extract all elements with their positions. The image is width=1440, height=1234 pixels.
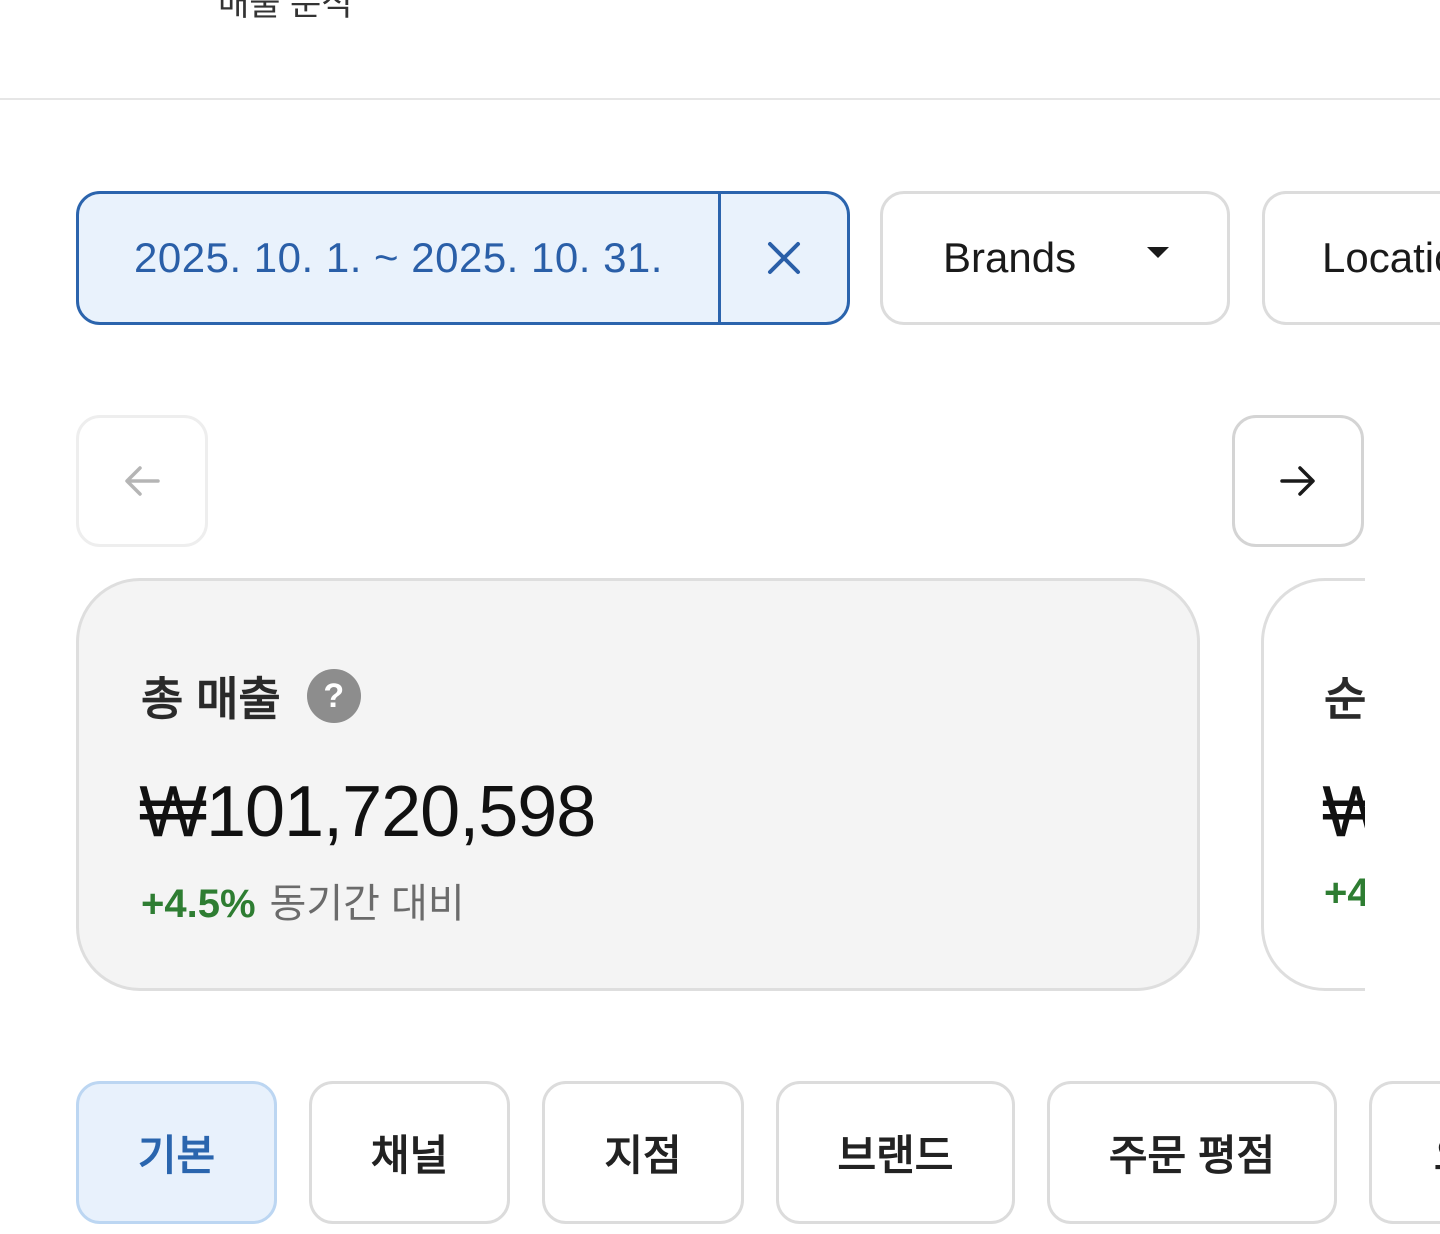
metric-title: 순 매출 <box>1324 673 1365 725</box>
metric-change-percent: +4 <box>1324 871 1365 915</box>
page-title: 매출 분석 <box>218 0 353 23</box>
tab-location[interactable]: 지점 <box>542 1081 744 1224</box>
metric-change-label: 동기간 대비 <box>269 882 465 926</box>
arrow-left-icon <box>125 466 160 496</box>
metric-card-net-sales[interactable]: 순 매출 ₩ +4 <box>1261 578 1365 991</box>
brands-dropdown-label: Brands <box>943 234 1077 281</box>
tab-more[interactable]: 오 <box>1369 1081 1440 1224</box>
metric-value: ₩ <box>1322 771 1365 853</box>
metric-title-row: 순 매출 <box>1324 663 1365 729</box>
metric-change: +4.5% 동기간 대비 <box>141 871 465 929</box>
help-icon[interactable]: ? <box>306 669 361 723</box>
locations-dropdown-label: Locations <box>1322 234 1440 281</box>
date-range-text[interactable]: 2025. 10. 1. ~ 2025. 10. 31. <box>79 194 721 322</box>
clear-date-button[interactable] <box>721 194 847 322</box>
date-range-filter[interactable]: 2025. 10. 1. ~ 2025. 10. 31. <box>76 191 850 325</box>
metric-card-total-sales[interactable]: 총 매출 ? ₩101,720,598 +4.5% 동기간 대비 <box>76 578 1200 991</box>
metric-change-percent: +4.5% <box>141 882 256 926</box>
metric-title: 총 매출 <box>141 673 281 725</box>
metric-change: +4 <box>1324 871 1365 916</box>
close-icon <box>768 242 800 274</box>
carousel-prev-button[interactable] <box>76 415 208 547</box>
carousel-next-button[interactable] <box>1232 415 1364 547</box>
tab-basic[interactable]: 기본 <box>76 1081 277 1224</box>
arrow-right-icon <box>1280 466 1315 496</box>
metric-value: ₩101,720,598 <box>139 772 596 852</box>
tab-brand[interactable]: 브랜드 <box>776 1081 1015 1224</box>
tab-order-rating[interactable]: 주문 평점 <box>1047 1081 1337 1224</box>
top-header: 매출 분석 <box>0 0 1440 100</box>
caret-down-icon <box>1147 247 1169 258</box>
page: 매출 분석 2025. 10. 1. ~ 2025. 10. 31. Brand… <box>0 0 1440 1234</box>
locations-dropdown[interactable]: Locations <box>1262 191 1440 325</box>
brands-dropdown[interactable]: Brands <box>880 191 1230 325</box>
menu-icon[interactable] <box>86 0 138 8</box>
tab-channel[interactable]: 채널 <box>309 1081 510 1224</box>
metric-title-row: 총 매출 ? <box>141 663 361 729</box>
